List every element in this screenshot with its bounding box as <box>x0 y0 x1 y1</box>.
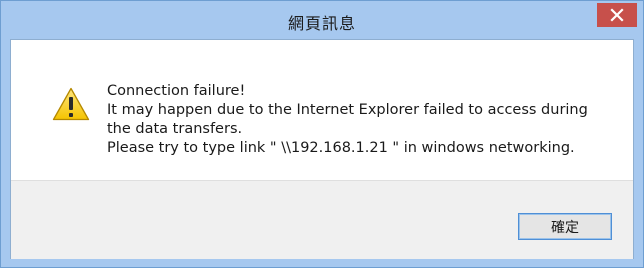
message-line: It may happen due to the Internet Explor… <box>107 102 588 118</box>
message-line: the data transfers. <box>107 121 243 137</box>
message-line: Please try to type link " \\192.168.1.21… <box>107 140 575 156</box>
button-bar: 確定 <box>11 180 633 259</box>
ok-button[interactable]: 確定 <box>518 213 612 240</box>
dialog-body: Connection failure! It may happen due to… <box>10 39 634 259</box>
warning-icon <box>52 87 90 121</box>
message-text: Connection failure! It may happen due to… <box>107 82 627 158</box>
message-line: Connection failure! <box>107 83 246 99</box>
dialog-title: 網頁訊息 <box>287 14 356 33</box>
close-icon <box>610 8 624 22</box>
message-area: Connection failure! It may happen due to… <box>11 40 633 180</box>
close-button[interactable] <box>597 3 637 27</box>
message-dialog: 網頁訊息 Connection failure! It may happen d… <box>0 0 644 268</box>
title-bar[interactable]: 網頁訊息 <box>1 1 643 39</box>
